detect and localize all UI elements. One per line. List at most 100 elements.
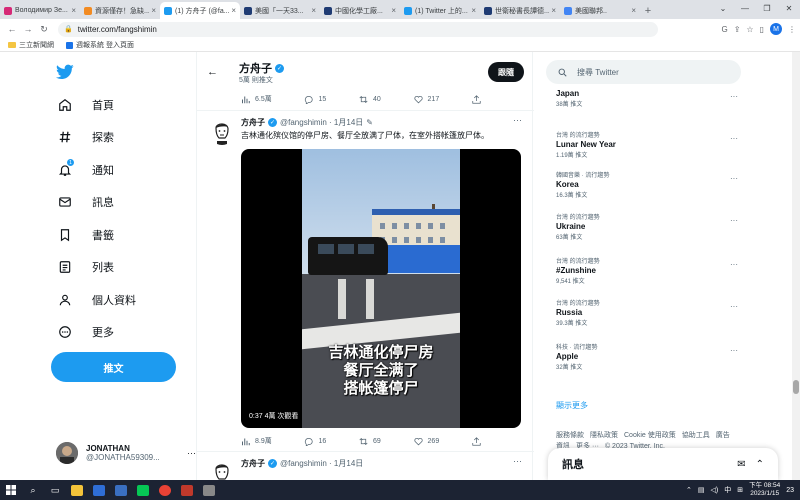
side-panel-icon[interactable]: ▯ xyxy=(760,25,764,34)
notification-count[interactable]: 23 xyxy=(786,487,794,494)
avatar[interactable] xyxy=(209,460,235,480)
search-icon[interactable]: ⌕ xyxy=(22,480,44,500)
footer-link[interactable]: 隱私政策 xyxy=(590,432,618,439)
reply-action[interactable]: 16 xyxy=(304,436,326,446)
browser-tab[interactable]: 世衛秘書長譚德... × xyxy=(480,2,560,19)
browser-tab[interactable]: Володимир Зе... × xyxy=(0,2,80,19)
tab-close-icon[interactable]: × xyxy=(311,6,316,15)
tab-close-icon[interactable]: × xyxy=(551,6,556,15)
tab-close-icon[interactable]: × xyxy=(151,6,156,15)
more-dots-icon[interactable]: ··· xyxy=(730,302,738,311)
follow-button[interactable]: 跟隨 xyxy=(488,62,524,82)
more-dots-icon[interactable]: ··· xyxy=(730,134,738,143)
retweet-action[interactable]: 69 xyxy=(359,436,381,446)
app-icon[interactable] xyxy=(198,480,220,500)
more-dots-icon[interactable]: ··· xyxy=(730,216,738,225)
browser-tab[interactable]: (1) Twitter 上的... × xyxy=(400,2,480,19)
browser-tab[interactable]: 中國化學工廠... × xyxy=(320,2,400,19)
clock[interactable]: 下午 08:54 2023/1/15 xyxy=(749,482,780,498)
account-switcher[interactable]: JONATHAN @JONATHA59309... ··· xyxy=(56,440,196,466)
footer-link[interactable]: Cookie 使用政策 xyxy=(624,432,676,439)
footer-link[interactable]: 服務條款 xyxy=(556,432,584,439)
author-name[interactable]: 方舟子 xyxy=(241,458,265,469)
nav-item-home[interactable]: 首頁 xyxy=(56,93,114,117)
task-view-icon[interactable]: ▭ xyxy=(44,480,66,500)
nav-item-profile[interactable]: 個人資料 xyxy=(56,288,136,312)
nav-item-bookmarks[interactable]: 書籤 xyxy=(56,223,114,247)
profile-avatar[interactable]: M xyxy=(770,23,782,35)
trend-item[interactable]: 台灣 的流行趨勢 Russia 39.3萬 推文 ··· xyxy=(556,298,746,327)
tweet[interactable]: 方舟子 ✓ @fangshimin · 1月14日 ··· xyxy=(197,452,534,480)
show-more-link[interactable]: 顯示更多 xyxy=(556,400,588,411)
app-icon[interactable] xyxy=(176,480,198,500)
network-icon[interactable]: ▤ xyxy=(698,486,705,494)
tab-close-icon[interactable]: × xyxy=(231,6,236,15)
bookmark-link[interactable]: 週報系統 登入頁面 xyxy=(66,40,134,50)
views-action[interactable]: 8.9萬 xyxy=(241,436,272,446)
page-scrollbar[interactable] xyxy=(792,52,800,480)
forward-arrow-icon[interactable]: → xyxy=(20,24,36,34)
nav-item-notifications[interactable]: 1 通知 xyxy=(56,158,114,182)
tab-close-icon[interactable]: × xyxy=(471,6,476,15)
more-dots-icon[interactable]: ··· xyxy=(730,260,738,269)
nav-item-lists[interactable]: 列表 xyxy=(56,255,114,279)
browser-tab[interactable]: 資源僅存！急缺... × xyxy=(80,2,160,19)
browser-tab[interactable]: 美國聯邦.. × xyxy=(560,2,640,19)
more-dots-icon[interactable]: ··· xyxy=(730,92,738,101)
scrollbar-thumb[interactable] xyxy=(793,380,799,394)
author-handle[interactable]: @fangshimin · 1月14日 xyxy=(280,458,363,469)
trend-item[interactable]: 科技 · 流行趨勢 Apple 32萬 推文 ··· xyxy=(556,342,746,371)
share-icon[interactable]: ⇪ xyxy=(734,25,741,34)
file-explorer-icon[interactable] xyxy=(66,480,88,500)
trend-item[interactable]: 台灣 的流行趨勢 Lunar New Year 1.19萬 推文 ··· xyxy=(556,130,746,159)
ime-indicator[interactable]: 中 xyxy=(724,485,731,495)
trend-item[interactable]: Japan 38萬 推文 ··· xyxy=(556,88,746,108)
reload-icon[interactable]: ↻ xyxy=(36,24,52,35)
url-input[interactable]: 🔒 twitter.com/fangshimin xyxy=(58,21,658,37)
more-dots-icon[interactable]: ··· xyxy=(730,346,738,355)
restore-icon[interactable]: ❐ xyxy=(756,0,778,17)
ime-mode-icon[interactable]: ⊞ xyxy=(737,486,743,494)
browser-tab[interactable]: (1) 方舟子 (@fa... × xyxy=(160,2,240,19)
retweet-action[interactable]: 40 xyxy=(359,94,381,104)
share-action[interactable] xyxy=(472,94,481,104)
video-player[interactable]: 吉林通化停尸房 餐厅全满了 搭帐篷停尸 0:37 4萬 次觀看 xyxy=(241,149,521,428)
app-icon[interactable] xyxy=(110,480,132,500)
browser-tab[interactable]: 美國「一天33... × xyxy=(240,2,320,19)
tweet-button[interactable]: 推文 xyxy=(51,352,176,382)
trend-item[interactable]: 韓國音樂 · 流行趨勢 Korea 16.3萬 推文 ··· xyxy=(556,170,746,199)
menu-kebab-icon[interactable]: ⋮ xyxy=(788,25,796,34)
volume-icon[interactable]: ◁) xyxy=(711,486,719,494)
like-action[interactable]: 217 xyxy=(413,94,439,104)
bookmark-folder[interactable]: 三立新聞網 xyxy=(8,40,54,50)
app-icon[interactable] xyxy=(88,480,110,500)
nav-item-messages[interactable]: 訊息 xyxy=(56,190,114,214)
expand-up-icon[interactable]: ⌃ xyxy=(756,459,764,470)
back-arrow-icon[interactable]: ← xyxy=(207,66,218,78)
new-message-icon[interactable]: ✉ xyxy=(737,459,745,470)
share-action[interactable] xyxy=(472,436,481,446)
tab-close-icon[interactable]: × xyxy=(71,6,76,15)
views-action[interactable]: 6.5萬 xyxy=(241,94,272,104)
tab-close-icon[interactable]: × xyxy=(391,6,396,15)
footer-link[interactable]: 協助工具 xyxy=(682,432,710,439)
more-dots-icon[interactable]: ··· xyxy=(730,174,738,183)
tweet[interactable]: 方舟子 ✓ @fangshimin · 1月14日 ✎ ··· 吉林通化殡仪馆的… xyxy=(197,111,534,451)
back-arrow-icon[interactable]: ← xyxy=(4,24,20,34)
minimize-icon[interactable]: — xyxy=(734,0,756,17)
chrome-icon[interactable] xyxy=(154,480,176,500)
nav-item-more[interactable]: 更多 xyxy=(56,320,114,344)
trend-item[interactable]: 台灣 的流行趨勢 Ukraine 63萬 推文 ··· xyxy=(556,212,746,241)
trend-item[interactable]: 台灣 的流行趨勢 #Zunshine 9,541 推文 ··· xyxy=(556,256,746,285)
author-name[interactable]: 方舟子 xyxy=(241,117,265,128)
chevron-up-icon[interactable]: ⌃ xyxy=(686,486,692,494)
reply-action[interactable]: 15 xyxy=(304,94,326,104)
close-window-icon[interactable]: ✕ xyxy=(778,0,800,17)
new-tab-button[interactable]: + xyxy=(640,2,656,19)
author-handle[interactable]: @fangshimin · 1月14日 xyxy=(280,117,363,128)
nav-item-explore[interactable]: 探索 xyxy=(56,125,114,149)
twitter-logo-icon[interactable] xyxy=(56,64,74,80)
star-icon[interactable]: ☆ xyxy=(746,25,753,34)
google-icon[interactable]: G xyxy=(721,25,727,34)
tab-search-icon[interactable]: ⌄ xyxy=(712,0,734,17)
